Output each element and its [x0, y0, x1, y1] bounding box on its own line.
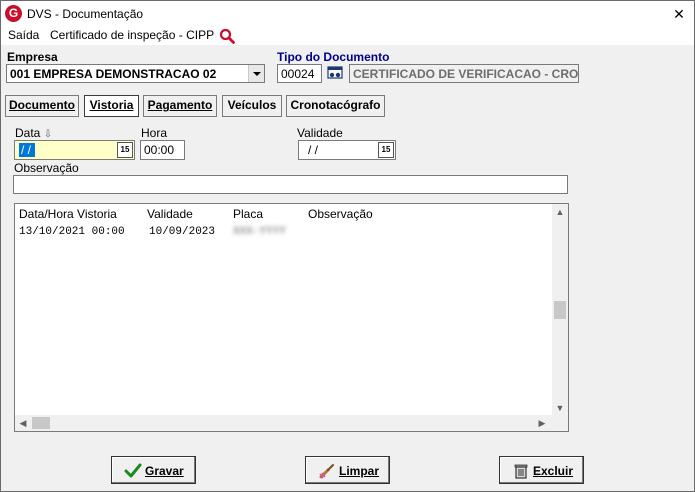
row-validade: 10/09/2023 — [149, 226, 216, 238]
column-header-placa[interactable]: Placa — [233, 207, 263, 221]
scroll-up-icon[interactable]: ▲ — [552, 204, 568, 220]
validade-input[interactable]: / / 15 — [298, 140, 396, 160]
tab-cronotacografo[interactable]: Cronotacógrafo — [286, 95, 385, 117]
data-label-text: Data — [15, 126, 41, 140]
vertical-scroll-thumb[interactable] — [554, 301, 566, 319]
scroll-right-icon[interactable]: ▶ — [534, 415, 550, 431]
sort-arrow-icon[interactable]: ⇩ — [44, 129, 52, 140]
excluir-label: Excluir — [533, 464, 574, 478]
row-placa: XXX-YYYY — [233, 226, 286, 238]
vertical-scrollbar[interactable]: ▲ ▼ — [552, 204, 568, 416]
column-header-validade[interactable]: Validade — [147, 207, 193, 221]
tipo-documento-description: CERTIFICADO DE VERIFICACAO - CRO — [349, 64, 579, 83]
calendar-icon[interactable]: 15 — [117, 142, 133, 158]
close-button[interactable]: ✕ — [664, 1, 694, 27]
horizontal-scroll-thumb[interactable] — [32, 417, 50, 429]
empresa-label: Empresa — [7, 50, 58, 64]
scroll-left-icon[interactable]: ◀ — [15, 415, 31, 431]
data-input[interactable]: / / 15 — [14, 140, 135, 160]
scroll-down-icon[interactable]: ▼ — [552, 400, 568, 416]
window-title: DVS - Documentação — [27, 7, 144, 21]
trash-icon — [514, 464, 528, 479]
hora-input[interactable]: 00:00 — [140, 140, 185, 160]
vistoria-list[interactable]: Data/Hora Vistoria Validade Placa Observ… — [14, 203, 569, 432]
tab-vistoria-label: Vistoria — [89, 98, 134, 112]
validade-value: / / — [308, 143, 319, 157]
gravar-button[interactable]: Gravar — [111, 456, 196, 484]
tab-veiculos-label: Veículos — [227, 98, 277, 112]
empresa-select[interactable]: 001 EMPRESA DEMONSTRACAO 02 — [6, 64, 265, 83]
tab-documento-label: Documento — [9, 98, 75, 112]
tab-cronotacografo-label: Cronotacógrafo — [290, 98, 381, 112]
observacao-input[interactable] — [13, 175, 568, 194]
tab-pagamento-label: Pagamento — [147, 98, 213, 112]
excluir-button[interactable]: Excluir — [499, 456, 584, 484]
checkmark-icon — [124, 463, 142, 478]
limpar-button[interactable]: Limpar — [305, 456, 390, 484]
horizontal-scrollbar[interactable]: ◀ ▶ — [15, 415, 568, 431]
app-logo-icon: G — [5, 5, 22, 22]
column-header-observacao[interactable]: Observação — [308, 207, 373, 221]
eraser-brush-icon — [319, 464, 334, 479]
title-bar: G DVS - Documentação ✕ — [1, 1, 694, 27]
tipo-documento-label: Tipo do Documento — [277, 50, 390, 64]
data-label: Data ⇩ — [15, 126, 52, 140]
empresa-value: 001 EMPRESA DEMONSTRACAO 02 — [10, 67, 217, 81]
menu-bar: Saída Certificado de inspeção - CIPP — [1, 27, 694, 45]
search-icon[interactable] — [219, 28, 235, 44]
row-data-hora: 13/10/2021 00:00 — [19, 226, 125, 238]
hora-label: Hora — [141, 126, 168, 140]
limpar-label: Limpar — [339, 464, 380, 478]
tab-documento[interactable]: Documento — [5, 95, 79, 117]
tipo-documento-code-input[interactable]: 00024 — [277, 64, 322, 83]
tab-vistoria[interactable]: Vistoria — [84, 95, 139, 117]
gravar-label: Gravar — [145, 464, 184, 478]
menu-item-saida[interactable]: Saída — [8, 28, 39, 42]
tab-veiculos[interactable]: Veículos — [222, 95, 282, 117]
data-value: / / — [19, 143, 36, 157]
dvs-window: G DVS - Documentação ✕ Saída Certificado… — [0, 0, 695, 492]
chevron-down-icon[interactable] — [248, 65, 264, 82]
validade-label: Validade — [297, 126, 343, 140]
column-header-data-hora[interactable]: Data/Hora Vistoria — [19, 207, 117, 221]
calendar-icon[interactable]: 15 — [378, 142, 394, 158]
tab-pagamento[interactable]: Pagamento — [143, 95, 217, 117]
menu-item-certificado-cipp[interactable]: Certificado de inspeção - CIPP — [50, 28, 214, 42]
binoculars-search-icon[interactable] — [326, 65, 344, 81]
observacao-label: Observação — [14, 161, 79, 175]
